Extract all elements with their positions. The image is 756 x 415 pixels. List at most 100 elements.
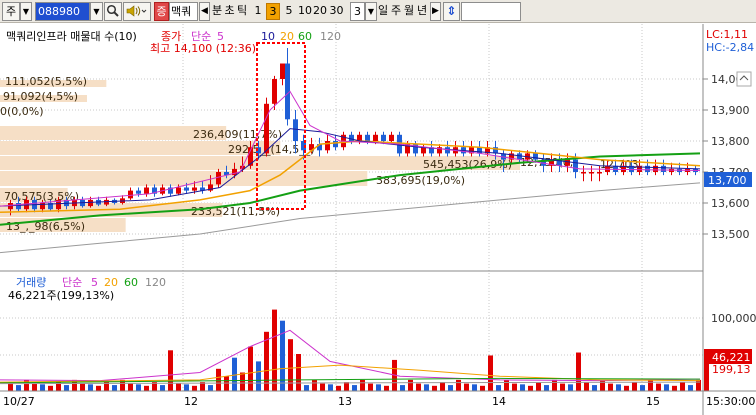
volume-bar [40, 384, 45, 391]
interval-30[interactable]: 30 [328, 3, 345, 20]
empty-input-field[interactable] [461, 2, 521, 21]
volume-bar [352, 385, 357, 391]
legend-ma60: 60 [298, 30, 312, 43]
candle-body [333, 141, 338, 148]
interval-10[interactable]: 10 [297, 3, 313, 20]
candle-body [88, 199, 93, 207]
candle-body [349, 134, 354, 141]
stock-code-input[interactable]: 088980 [35, 2, 90, 21]
candle-body [589, 172, 594, 174]
volume-bar [488, 355, 493, 391]
chart-legend-title: 맥쿼리인프라 매물대 수(10) [6, 30, 137, 43]
volume-bar [384, 385, 389, 391]
tab-month[interactable]: 월 [402, 3, 416, 20]
candle-body [381, 134, 386, 141]
volume-bar [408, 379, 413, 391]
volume-bar [616, 384, 621, 391]
volume-bar [432, 385, 437, 391]
volume-bar [464, 383, 469, 391]
profile-label: 111,052(5,5%) [5, 75, 87, 88]
candle-body [128, 190, 133, 199]
scroll-handle-icon[interactable] [736, 71, 752, 87]
interval-1[interactable]: 1 [251, 3, 265, 20]
date-label: 10/27 [3, 395, 35, 408]
speaker-icon[interactable] [123, 2, 151, 21]
volume-bar [256, 361, 261, 391]
price-tick-label: 13,800 [711, 135, 750, 148]
tab-tick[interactable]: 틱 [235, 3, 249, 20]
tab-year[interactable]: 년 [415, 3, 429, 20]
hc-label: HC:-2,84 [706, 41, 754, 54]
volume-bar [128, 383, 133, 391]
volume-bar [80, 383, 85, 391]
candle-body [373, 134, 378, 141]
volume-legend-sma: 단순 [62, 276, 82, 289]
volume-bar [376, 384, 381, 391]
volume-bar [632, 382, 637, 391]
updown-arrow-icon[interactable]: ⇕ [443, 2, 460, 21]
volume-bar [160, 385, 165, 391]
volume-bar [208, 385, 213, 391]
candle-body [653, 165, 658, 172]
volume-bar [440, 382, 445, 391]
volume-bar [600, 379, 605, 391]
volume-bar [168, 350, 173, 391]
volume-bar [248, 346, 253, 391]
volume-bar [656, 383, 661, 391]
stock-name-field[interactable]: 맥쿼 [169, 2, 198, 21]
volume-legend-120: 120 [145, 276, 166, 289]
tab-week[interactable]: 주 [389, 3, 403, 20]
candle-body [176, 187, 181, 194]
menu-dropdown-arrow[interactable]: ▼ [20, 2, 32, 21]
stock-code-dropdown-arrow[interactable]: ▼ [90, 2, 103, 21]
volume-bar [360, 379, 365, 391]
date-label: 15:30:00 [706, 395, 755, 408]
volume-bar [96, 385, 101, 391]
volume-legend-5: 5 [91, 276, 98, 289]
period-next-arrow[interactable]: ▶ [430, 2, 441, 21]
price-tick-label: 13,900 [711, 104, 750, 117]
interval-3[interactable]: 3 [266, 3, 280, 20]
tab-minute[interactable]: 분 [210, 3, 224, 20]
volume-bar [520, 384, 525, 391]
candle-body [216, 172, 221, 185]
volume-bar [424, 384, 429, 391]
candle-body [365, 134, 370, 141]
chart-toolbar: 주 ▼ 088980 ▼ 증 맥쿼 ◀ 분 초 틱 1 3 5 10 20 30… [0, 0, 756, 23]
volume-bar [504, 379, 509, 391]
volume-bar [592, 385, 597, 391]
volume-bar [176, 383, 181, 391]
interval-5[interactable]: 5 [282, 3, 296, 20]
legend-ma120: 120 [320, 30, 341, 43]
volume-bar [664, 384, 669, 391]
legend-ma10: 10 [261, 30, 275, 43]
interval-count-input[interactable]: 3 [350, 2, 365, 21]
search-icon[interactable] [104, 2, 122, 21]
volume-legend: 거래량 [16, 276, 46, 289]
candle-body [573, 159, 578, 172]
price-tick-label: 13,500 [711, 228, 750, 241]
volume-bar [544, 385, 549, 391]
volume-legend-60: 60 [124, 276, 138, 289]
interval-20[interactable]: 20 [312, 3, 328, 20]
volume-bar [512, 383, 517, 391]
volume-tick-label: 100,000 [711, 312, 756, 325]
volume-bar [688, 385, 693, 391]
candle-body [285, 63, 290, 120]
date-label: 12 [184, 395, 198, 408]
volume-bar [320, 383, 325, 391]
volume-bar [576, 352, 581, 391]
price-chart[interactable]: 111,052(5,5%)91,092(4,5%)0(0,0%)236,409(… [0, 24, 756, 415]
volume-legend-20: 20 [104, 276, 118, 289]
volume-bar [568, 384, 573, 391]
high-annotation: 최고 14,100 (12:36) [150, 42, 256, 55]
tab-day[interactable]: 일 [376, 3, 390, 20]
candle-body [597, 172, 602, 174]
candle-body [661, 165, 666, 172]
menu-dropdown[interactable]: 주 [2, 2, 20, 21]
date-label: 15 [646, 395, 660, 408]
candle-body [184, 187, 189, 191]
volume-bar [552, 379, 557, 391]
period-prev-arrow[interactable]: ◀ [199, 2, 210, 21]
lc-label: LC:1,11 [706, 28, 748, 41]
